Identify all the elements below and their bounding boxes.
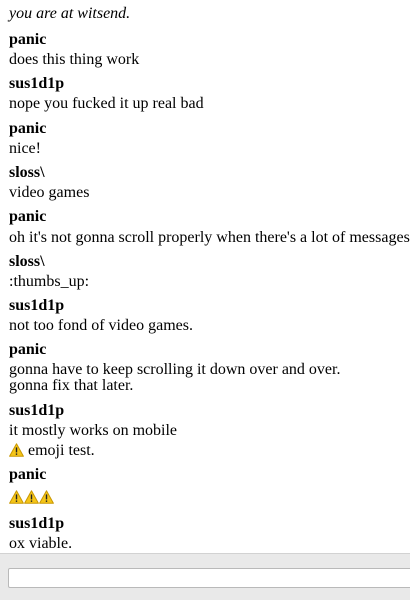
message-author: sloss\ <box>9 253 45 270</box>
message-text: does this thing work <box>9 51 140 68</box>
message-author: panic <box>9 120 47 137</box>
message-author: sus1d1p <box>9 515 65 532</box>
message-text: it mostly works on mobile <box>9 422 177 439</box>
message-text: oh it's not gonna scroll properly when t… <box>9 229 410 246</box>
chat-log[interactable]: you are at witsend. panic does this thin… <box>0 0 410 553</box>
message-author: panic <box>9 341 47 358</box>
message-text: nice! <box>9 140 41 157</box>
message-text: gonna fix that later. <box>9 377 134 394</box>
message-author: sus1d1p <box>9 297 65 314</box>
message-author: sus1d1p <box>9 402 65 419</box>
warning-sign-icon <box>9 490 24 504</box>
message-text: emoji test. <box>28 442 95 459</box>
message-author: sus1d1p <box>9 75 65 92</box>
warning-sign-icon <box>9 443 24 457</box>
warning-sign-icon <box>39 490 54 504</box>
message-author: panic <box>9 31 47 48</box>
message-author: sloss\ <box>9 164 45 181</box>
message-text: ox viable. <box>9 535 73 552</box>
message-author: panic <box>9 466 47 483</box>
warning-sign-icon <box>24 490 39 504</box>
message-text: nope you fucked it up real bad <box>9 95 204 112</box>
room-status: you are at witsend. <box>9 5 131 22</box>
composer-bar <box>0 553 410 600</box>
message-text: :thumbs_up: <box>9 273 90 290</box>
message-author: panic <box>9 208 47 225</box>
message-text: video games <box>9 184 90 201</box>
message-emoji-row <box>9 488 54 508</box>
message-emoji-line: emoji test. <box>9 441 95 461</box>
message-text: not too fond of video games. <box>9 317 193 334</box>
message-input[interactable] <box>8 568 410 588</box>
